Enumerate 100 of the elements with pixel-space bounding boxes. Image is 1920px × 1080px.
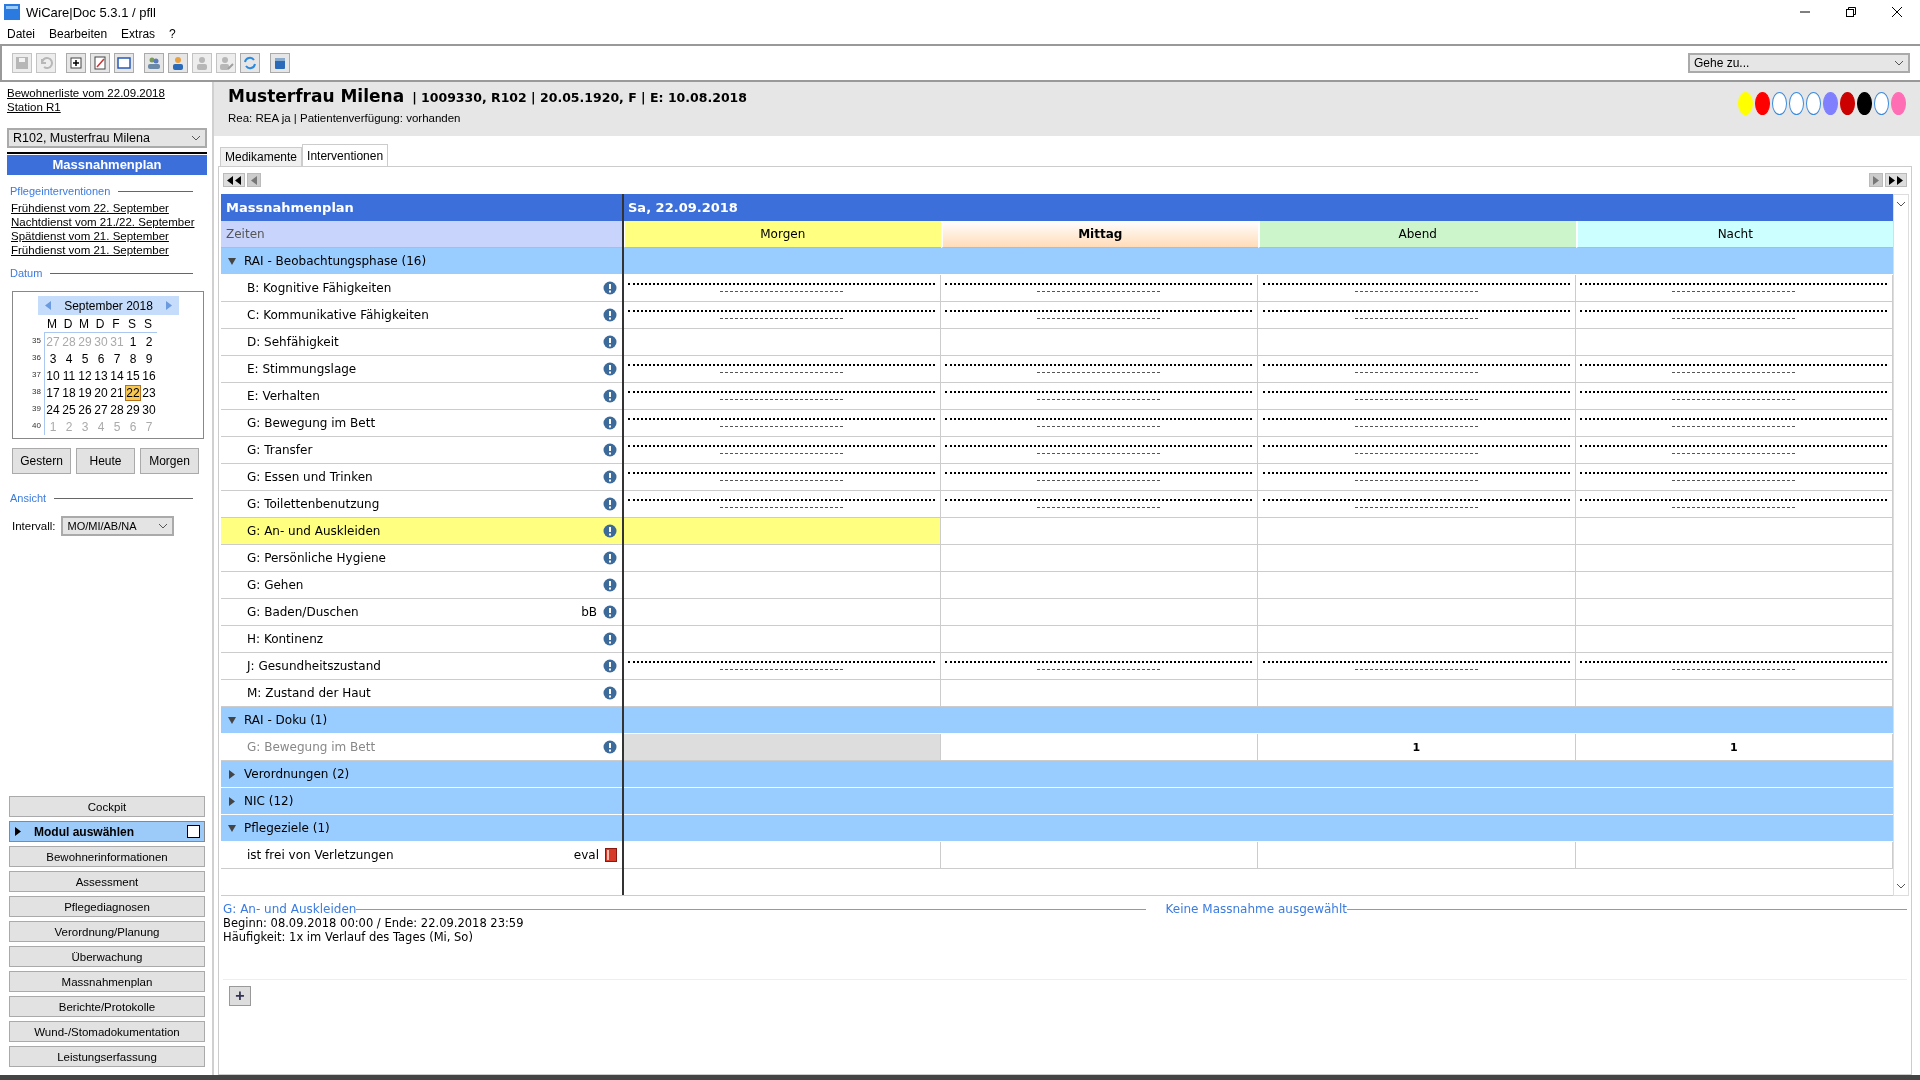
- edit-icon: [92, 55, 108, 71]
- group-header[interactable]: Verordnungen (2): [221, 761, 623, 788]
- info-icon: [603, 551, 617, 565]
- toolbar-button[interactable]: [270, 53, 290, 73]
- calendar-day[interactable]: 24: [45, 401, 61, 418]
- calendar-day[interactable]: 10: [45, 367, 61, 384]
- calendar-day[interactable]: 27: [93, 401, 109, 418]
- module-button[interactable]: Pflegediagnosen: [9, 896, 205, 917]
- calendar-day[interactable]: 8: [125, 350, 141, 367]
- shift-link[interactable]: Nachtdienst vom 21./22. September: [11, 215, 207, 229]
- weekday-label: M: [78, 316, 90, 331]
- interval-dropdown[interactable]: MO/MI/AB/NA: [61, 516, 175, 536]
- calendar-day[interactable]: 13: [93, 367, 109, 384]
- previous-button[interactable]: [247, 173, 261, 187]
- calendar-day[interactable]: 7: [109, 350, 125, 367]
- calendar-day[interactable]: 15: [125, 367, 141, 384]
- cockpit-button[interactable]: Cockpit: [9, 796, 205, 817]
- module-button[interactable]: Bewohnerinformationen: [9, 846, 205, 867]
- group-header[interactable]: RAI - Doku (1): [221, 707, 623, 734]
- group-header[interactable]: RAI - Beobachtungsphase (16): [221, 248, 623, 275]
- module-button[interactable]: Berichte/Protokolle: [9, 996, 205, 1017]
- tab[interactable]: Medikamente: [220, 147, 303, 166]
- window-title: WiCare|Doc 5.3.1 / pfll: [26, 4, 156, 20]
- patient-details: | 1009330, R102 | 20.05.1920, F | E: 10.08.2018: [412, 90, 747, 105]
- first-page-button[interactable]: [223, 173, 245, 187]
- calendar-day[interactable]: 22: [125, 384, 141, 401]
- calendar-day[interactable]: 25: [61, 401, 77, 418]
- shift-link[interactable]: Frühdienst vom 22. September: [11, 201, 207, 215]
- calendar-day[interactable]: 11: [61, 367, 77, 384]
- add-button[interactable]: +: [229, 986, 251, 1006]
- day-button[interactable]: Gestern: [12, 448, 71, 474]
- calendar-day[interactable]: 30: [141, 401, 157, 418]
- residents-list-link[interactable]: Bewohnerliste vom 22.09.2018: [7, 86, 207, 100]
- calendar-day[interactable]: 4: [61, 350, 77, 367]
- module-button[interactable]: Leistungserfassung: [9, 1046, 205, 1067]
- group-header[interactable]: NIC (12): [221, 788, 623, 815]
- calendar-day[interactable]: 20: [93, 384, 109, 401]
- calendar-day[interactable]: 18: [61, 384, 77, 401]
- module-button[interactable]: Überwachung: [9, 946, 205, 967]
- calendar-day[interactable]: 5: [77, 350, 93, 367]
- menu-item[interactable]: Datei: [7, 27, 35, 41]
- group-header[interactable]: Pflegeziele (1): [221, 815, 623, 842]
- calendar-day[interactable]: 23: [141, 384, 157, 401]
- module-button[interactable]: Wund-/Stomadokumentation: [9, 1021, 205, 1042]
- calendar-day[interactable]: 1: [125, 333, 141, 350]
- calendar-day[interactable]: 9: [141, 350, 157, 367]
- checkbox[interactable]: [187, 825, 200, 838]
- day-button[interactable]: Heute: [76, 448, 135, 474]
- person-icon: [170, 55, 186, 71]
- shift-link[interactable]: Spätdienst vom 21. September: [11, 229, 207, 243]
- toolbar-button[interactable]: [168, 53, 188, 73]
- info-icon: [603, 578, 617, 592]
- menu-item[interactable]: ?: [169, 27, 176, 41]
- shift-link[interactable]: Frühdienst vom 21. September: [11, 243, 207, 257]
- next-button[interactable]: [1869, 173, 1883, 187]
- app-logo-icon: [4, 4, 20, 20]
- toolbar-button[interactable]: [90, 53, 110, 73]
- calendar-day[interactable]: 21: [109, 384, 125, 401]
- restore-icon[interactable]: [1846, 7, 1856, 17]
- station-link[interactable]: Station R1: [7, 100, 207, 114]
- intervention-row[interactable]: G: An- und Auskleiden: [221, 518, 623, 545]
- info-icon: [603, 308, 617, 322]
- chevron-down-icon: [158, 523, 169, 529]
- calendar-day[interactable]: 28: [109, 401, 125, 418]
- person-edit-icon: [218, 55, 234, 71]
- info-icon: [603, 740, 617, 754]
- time-column-header: Nacht: [1575, 221, 1893, 248]
- detail-line: Häufigkeit: 1x im Verlauf des Tages (Mi, So): [223, 930, 474, 944]
- menu-item[interactable]: Bearbeiten: [49, 27, 108, 41]
- info-icon: [603, 281, 617, 295]
- weekday-label: S: [127, 316, 137, 331]
- previous-month-icon: [44, 301, 52, 310]
- module-button[interactable]: Assessment: [9, 871, 205, 892]
- chevron-down-icon: [1894, 60, 1904, 66]
- resident-dropdown[interactable]: R102, Musterfrau Milena: [7, 128, 207, 148]
- module-button[interactable]: Verordnung/Planung: [9, 921, 205, 942]
- info-icon: [603, 335, 617, 349]
- calendar-month: September 2018: [64, 298, 153, 313]
- menu-item[interactable]: Extras: [121, 27, 156, 41]
- info-icon: [603, 362, 617, 376]
- close-icon[interactable]: [1892, 7, 1902, 17]
- calendar-day[interactable]: 6: [93, 350, 109, 367]
- day-button[interactable]: Morgen: [140, 448, 199, 474]
- scrollbar[interactable]: [1893, 194, 1909, 896]
- calendar-day[interactable]: 2: [141, 333, 157, 350]
- module-selector[interactable]: Modul auswählen: [9, 821, 205, 842]
- calendar-day[interactable]: 29: [125, 401, 141, 418]
- module-button[interactable]: Massnahmenplan: [9, 971, 205, 992]
- calendar-day[interactable]: 3: [45, 350, 61, 367]
- calendar-day[interactable]: 19: [77, 384, 93, 401]
- detail-status: Keine Massnahme ausgewählt: [1165, 902, 1347, 916]
- calendar-day[interactable]: 17: [45, 384, 61, 401]
- goto-dropdown[interactable]: Gehe zu...: [1688, 53, 1910, 73]
- toolbar-button[interactable]: [66, 53, 86, 73]
- last-page-button[interactable]: [1885, 173, 1907, 187]
- calendar-day[interactable]: 12: [77, 367, 93, 384]
- calendar-day[interactable]: 14: [109, 367, 125, 384]
- calendar-day[interactable]: 16: [141, 367, 157, 384]
- calendar-day[interactable]: 26: [77, 401, 93, 418]
- tab[interactable]: Interventionen: [302, 144, 389, 166]
